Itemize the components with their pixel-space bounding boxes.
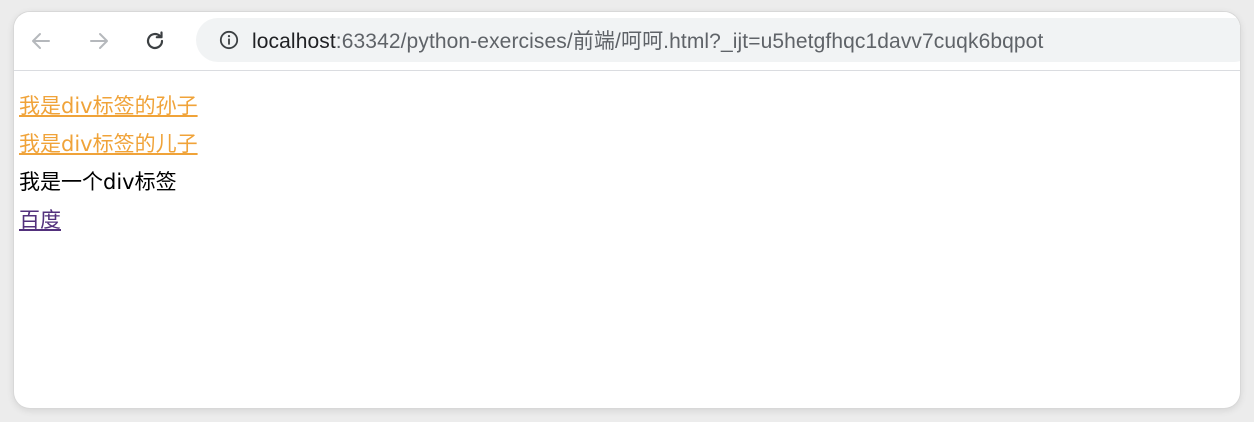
div-text: 我是一个div标签 <box>19 170 177 194</box>
back-button[interactable] <box>26 26 56 56</box>
baidu-link[interactable]: 百度 <box>19 201 1240 239</box>
browser-toolbar: localhost:63342/python-exercises/前端/呵呵.h… <box>14 12 1240 71</box>
browser-window: localhost:63342/python-exercises/前端/呵呵.h… <box>14 12 1240 408</box>
son-link[interactable]: 我是div标签的儿子 <box>19 125 1240 163</box>
address-bar[interactable]: localhost:63342/python-exercises/前端/呵呵.h… <box>196 18 1240 62</box>
back-arrow-icon <box>32 33 50 49</box>
forward-button[interactable] <box>84 26 114 56</box>
url-host: localhost <box>252 30 336 53</box>
reload-button[interactable] <box>140 26 170 56</box>
url-path: :63342/python-exercises/前端/呵呵.html?_ijt=… <box>335 30 1044 53</box>
page-content: 我是div标签的孙子 我是div标签的儿子 我是一个div标签 百度 <box>14 71 1240 239</box>
info-icon[interactable] <box>218 29 240 51</box>
reload-icon <box>146 31 164 50</box>
url-text[interactable]: localhost:63342/python-exercises/前端/呵呵.h… <box>252 25 1043 55</box>
grandson-link[interactable]: 我是div标签的孙子 <box>19 87 1240 125</box>
forward-arrow-icon <box>90 33 108 49</box>
